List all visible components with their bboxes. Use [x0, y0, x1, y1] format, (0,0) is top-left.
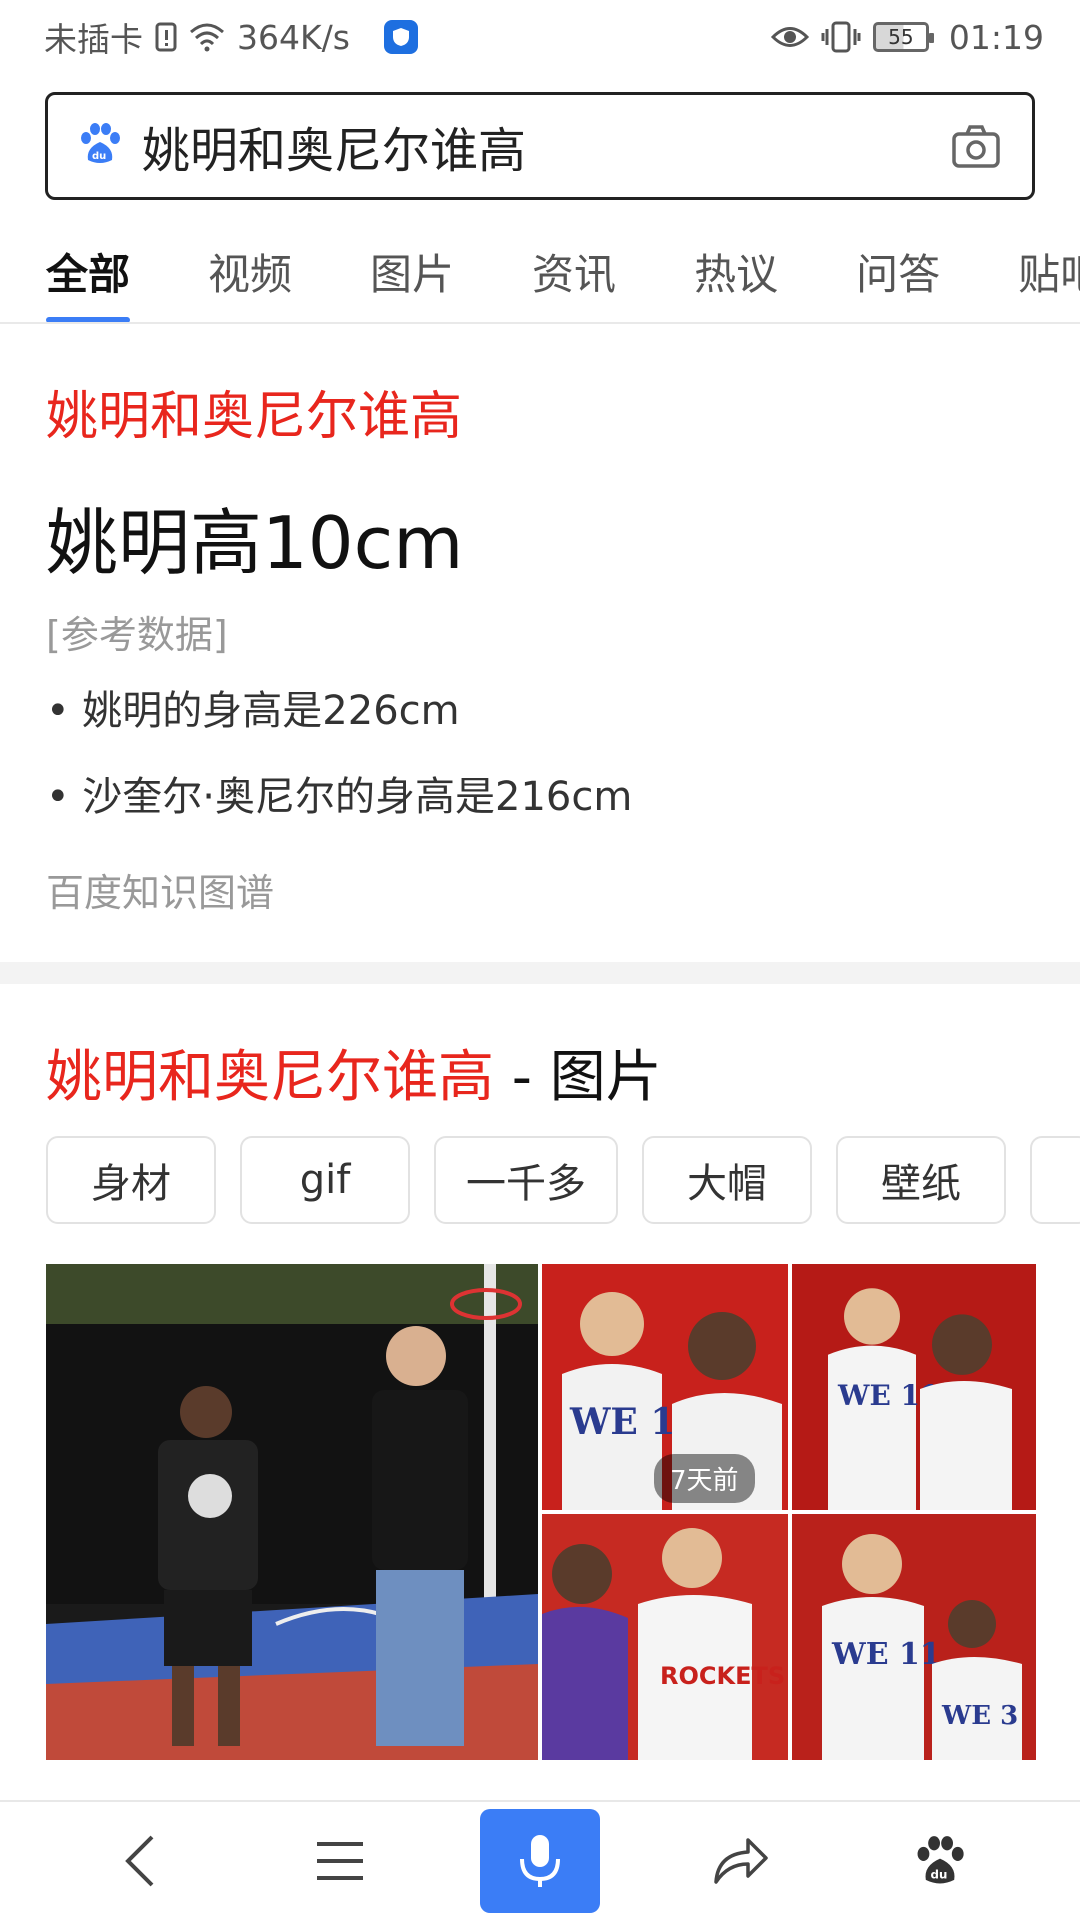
voice-search-button[interactable] — [480, 1809, 600, 1913]
image-thumbnail[interactable]: WE 11 WE 3 — [792, 1514, 1036, 1760]
tab-all[interactable]: 全部 — [46, 220, 131, 322]
answer-source[interactable]: 百度知识图谱 — [46, 862, 274, 917]
image-title-suffix: - 图片 — [494, 1045, 662, 1110]
tab-images[interactable]: 图片 — [370, 220, 454, 322]
tab-video[interactable]: 视频 — [208, 220, 292, 322]
battery-level: 55 — [888, 25, 914, 49]
svg-text:du: du — [931, 1868, 948, 1882]
filter-chip[interactable]: 身材 — [46, 1136, 216, 1224]
baidu-paw-icon: du — [917, 1836, 964, 1884]
image-thumbnail[interactable]: WE 11 7天前 — [542, 1264, 788, 1510]
status-left: 未插卡 364K/s — [44, 13, 418, 61]
chevron-left-icon — [125, 1835, 154, 1887]
back-button[interactable] — [80, 1809, 200, 1913]
menu-button[interactable] — [280, 1809, 400, 1913]
reference-label: [参考数据] — [46, 613, 228, 657]
share-icon — [714, 1838, 768, 1884]
fact-item: • 姚明的身高是226cm — [46, 688, 460, 734]
image-thumbnail[interactable]: ROCKETS — [542, 1514, 788, 1760]
wifi-icon — [189, 22, 225, 52]
tab-discussion[interactable]: 热议 — [694, 220, 778, 322]
time-badge: 7天前 — [654, 1454, 755, 1503]
tab-news[interactable]: 资讯 — [532, 220, 616, 322]
tab-qa[interactable]: 问答 — [856, 220, 940, 322]
search-box[interactable]: du 姚明和奥尼尔谁高 — [45, 92, 1035, 200]
filter-chip[interactable]: 大帽 — [642, 1136, 812, 1224]
vibrate-icon — [821, 21, 861, 53]
menu-icon — [317, 1842, 363, 1880]
image-thumbnail[interactable]: WE 11 — [792, 1264, 1036, 1510]
svg-text:WE 3: WE 3 — [941, 1701, 1018, 1731]
camera-icon[interactable] — [950, 120, 1002, 172]
filter-chip-partial[interactable] — [1030, 1136, 1080, 1224]
answer-main: 姚明高10cm — [46, 501, 464, 585]
eye-icon — [770, 24, 809, 50]
share-button[interactable] — [680, 1809, 800, 1913]
status-right: 55 01:19 — [770, 17, 1044, 57]
image-filter-chips: 身材 gif 一千多 大帽 壁纸 — [46, 1136, 1080, 1224]
status-bar: 未插卡 364K/s 55 01:19 — [0, 0, 1080, 74]
image-result-title[interactable]: 姚明和奥尼尔谁高 - 图片 — [46, 1032, 662, 1113]
bottom-nav: du — [0, 1800, 1080, 1920]
search-tabs: 全部 视频 图片 资讯 热议 问答 贴吧 — [0, 220, 1080, 324]
image-result-card: 姚明和奥尼尔谁高 - 图片 身材 gif 一千多 大帽 壁纸 WE 11 7天前… — [0, 984, 1080, 1804]
image-title-query: 姚明和奥尼尔谁高 — [46, 1045, 494, 1110]
answer-card[interactable]: 姚明和奥尼尔谁高 姚明高10cm [参考数据] • 姚明的身高是226cm • … — [0, 326, 1080, 962]
svg-text:du: du — [92, 151, 106, 162]
sim-alert-icon — [155, 22, 177, 52]
shield-icon — [383, 20, 418, 54]
image-grid: WE 11 7天前 WE 11 ROCKETS WE 11 WE 3 — [46, 1264, 1036, 1760]
baidu-logo-icon: du — [78, 122, 122, 170]
filter-chip[interactable]: 一千多 — [434, 1136, 618, 1224]
svg-text:WE 11: WE 11 — [831, 1637, 941, 1672]
answer-title[interactable]: 姚明和奥尼尔谁高 — [46, 374, 462, 449]
image-thumbnail[interactable] — [46, 1264, 538, 1760]
section-divider — [0, 962, 1080, 984]
filter-chip[interactable]: gif — [240, 1136, 410, 1224]
network-speed: 364K/s — [237, 17, 350, 57]
carrier-text: 未插卡 — [44, 20, 143, 59]
filter-chip[interactable]: 壁纸 — [836, 1136, 1006, 1224]
svg-text:ROCKETS: ROCKETS — [660, 1662, 785, 1690]
fact-item: • 沙奎尔·奥尼尔的身高是216cm — [46, 774, 633, 820]
tab-tieba[interactable]: 贴吧 — [1018, 220, 1080, 322]
search-input[interactable]: 姚明和奥尼尔谁高 — [142, 111, 950, 181]
battery-icon: 55 — [872, 22, 934, 52]
baidu-home-button[interactable]: du — [880, 1809, 1000, 1913]
microphone-icon — [520, 1835, 560, 1887]
clock: 01:19 — [948, 17, 1044, 57]
